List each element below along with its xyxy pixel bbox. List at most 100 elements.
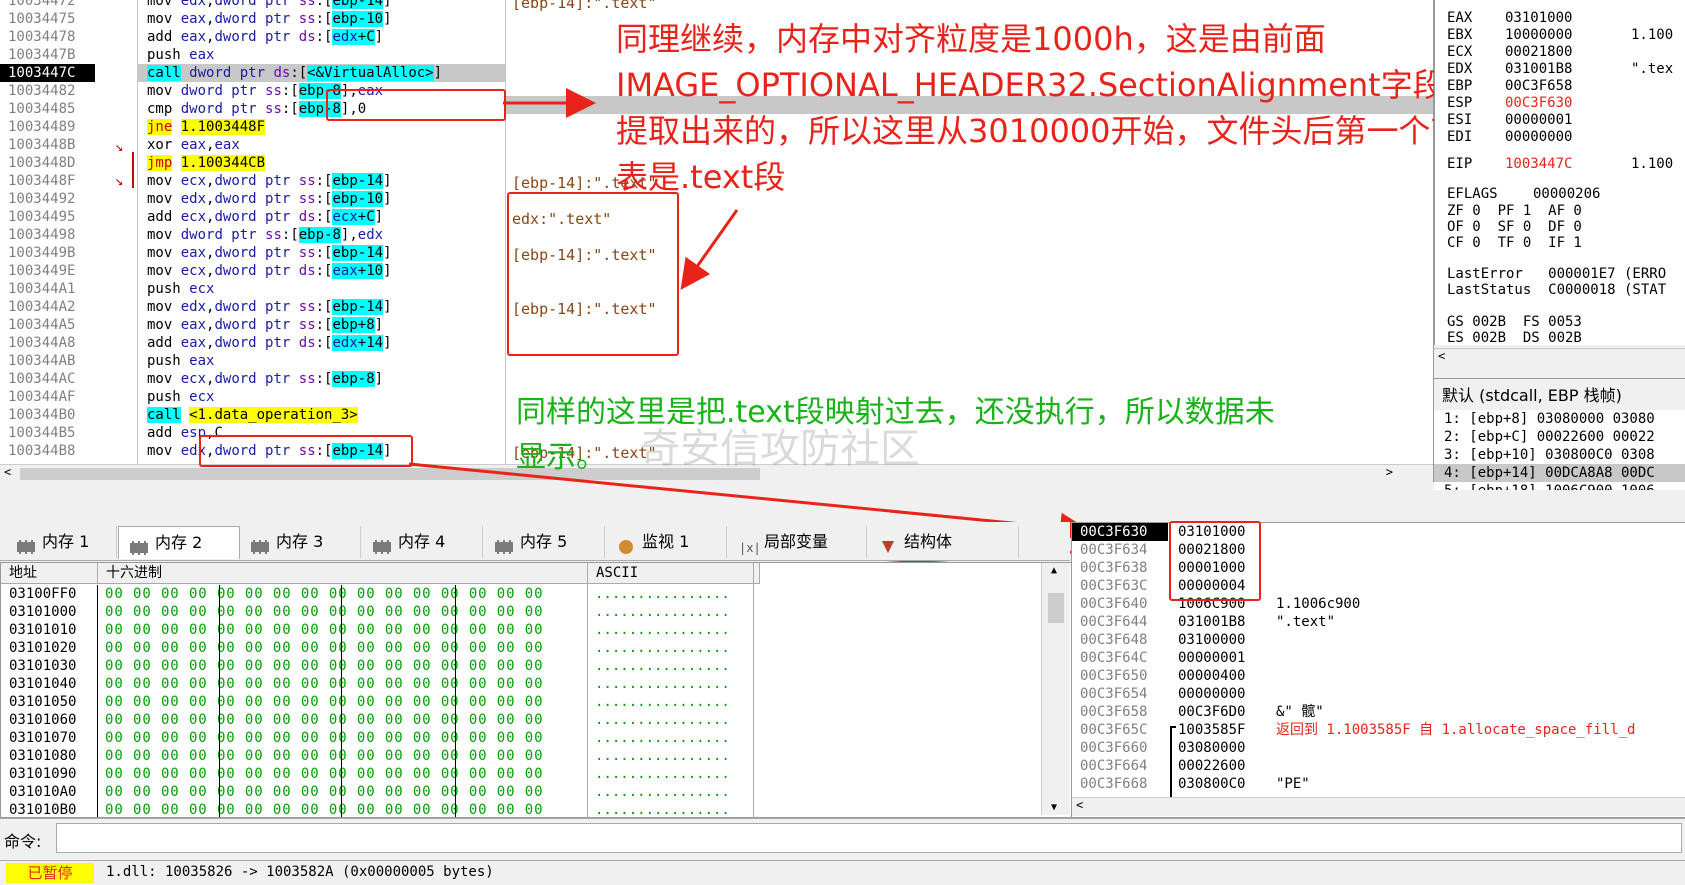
stack-value[interactable]: 03080000 [1178, 739, 1245, 757]
dump-hex[interactable]: 00 00 00 00 00 00 00 00 00 00 00 00 00 0… [105, 729, 543, 747]
flags-row[interactable]: ZF 0 PF 1 AF 0 [1447, 203, 1582, 219]
stack-address: 00C3F630 [1072, 523, 1168, 541]
tab-locals[interactable]: |x| 局部变量 [728, 526, 867, 558]
register-hscrollbar[interactable]: < [1434, 348, 1685, 367]
stack-address: 00C3F660 [1080, 740, 1148, 756]
dump-row[interactable]: 03101070 00 00 00 00 00 00 00 00 00 00 00… [1, 729, 1041, 747]
stack-row[interactable]: 00C3F630 03101000 [1072, 523, 1685, 541]
memory-dump-view[interactable]: 地址 十六进制 ASCII 03100FF0 00 00 00 00 00 00 … [0, 562, 1072, 818]
dump-column-divider [587, 563, 588, 817]
register-value[interactable]: 031001B8 [1505, 61, 1572, 77]
stack-view[interactable]: 00C3F630 03101000 00C3F634 00021800 00C3F638… [1071, 522, 1685, 818]
dump-row[interactable]: 03101040 00 00 00 00 00 00 00 00 00 00 00… [1, 675, 1041, 693]
stack-value[interactable]: 1003585F [1178, 721, 1245, 739]
stack-value[interactable]: 03100000 [1178, 631, 1245, 649]
register-value[interactable]: 00000000 [1505, 129, 1572, 145]
stack-value[interactable]: 030800C0 [1178, 775, 1245, 793]
stack-arguments-panel[interactable]: 1: [ebp+8] 03080000 03080 2: [ebp+C] 0002… [1434, 410, 1685, 490]
dump-hex[interactable]: 00 00 00 00 00 00 00 00 00 00 00 00 00 0… [105, 783, 543, 801]
eip-value[interactable]: 1003447C [1505, 156, 1572, 172]
stack-arg-row[interactable]: 2: [ebp+C] 00022600 00022 [1434, 428, 1685, 446]
stack-row[interactable]: 00C3F64C 00000001 [1072, 649, 1685, 667]
stack-row[interactable]: 00C3F654 00000000 [1072, 685, 1685, 703]
status-message: 1.dll: 10035826 -> 1003582A (0x00000005 … [106, 864, 494, 880]
stack-value[interactable]: 00C3F6D0 [1178, 703, 1245, 721]
stack-hscrollbar[interactable]: < [1072, 797, 1685, 816]
register-value[interactable]: 00000001 [1505, 112, 1572, 128]
register-value[interactable]: 03101000 [1505, 10, 1572, 26]
stack-row[interactable]: 00C3F640 1006C900 1.1006c900 [1072, 595, 1685, 613]
stack-address: 00C3F648 [1080, 632, 1148, 648]
stack-row[interactable]: 00C3F650 00000400 [1072, 667, 1685, 685]
dump-ascii: ................ [595, 748, 730, 764]
dump-hex[interactable]: 00 00 00 00 00 00 00 00 00 00 00 00 00 0… [105, 675, 543, 693]
tab-memory-2[interactable]: 内存 2 [118, 526, 240, 559]
dump-hex[interactable]: 00 00 00 00 00 00 00 00 00 00 00 00 00 0… [105, 621, 543, 639]
watch-icon [616, 534, 636, 554]
dump-row[interactable]: 031010B0 00 00 00 00 00 00 00 00 00 00 00… [1, 801, 1041, 818]
dump-hex[interactable]: 00 00 00 00 00 00 00 00 00 00 00 00 00 0… [105, 711, 543, 729]
tab-memory-5[interactable]: 内存 5 [484, 526, 605, 558]
dump-hex[interactable]: 00 00 00 00 00 00 00 00 00 00 00 00 00 0… [105, 765, 543, 783]
flags-row[interactable]: OF 0 SF 0 DF 0 [1447, 219, 1582, 235]
dump-row[interactable]: 03101090 00 00 00 00 00 00 00 00 00 00 00… [1, 765, 1041, 783]
dump-hex[interactable]: 00 00 00 00 00 00 00 00 00 00 00 00 00 0… [105, 801, 543, 817]
flags-row[interactable]: CF 0 TF 0 IF 1 [1447, 235, 1582, 251]
tab-watch-1[interactable]: 监视 1 [606, 526, 727, 558]
stack-value[interactable]: 00000400 [1178, 667, 1245, 685]
dump-row[interactable]: 03101050 00 00 00 00 00 00 00 00 00 00 00… [1, 693, 1041, 711]
dump-ascii: ................ [595, 802, 730, 818]
tab-memory-4[interactable]: 内存 4 [362, 526, 483, 558]
tab-struct[interactable]: 结构体 [868, 526, 1019, 558]
stack-row[interactable]: 00C3F634 00021800 [1072, 541, 1685, 559]
stack-row[interactable]: 00C3F65C 1003585F 返回到 1.1003585F 自 1.alloc… [1072, 721, 1685, 739]
stack-value[interactable]: 00000001 [1178, 649, 1245, 667]
dump-row[interactable]: 03101000 00 00 00 00 00 00 00 00 00 00 00… [1, 603, 1041, 621]
dump-row[interactable]: 03101030 00 00 00 00 00 00 00 00 00 00 00… [1, 657, 1041, 675]
stack-arg-row[interactable]: 1: [ebp+8] 03080000 03080 [1434, 410, 1685, 428]
command-input[interactable] [56, 823, 1682, 853]
calling-convention[interactable]: 默认 (stdcall, EBP 栈帧) [1434, 378, 1685, 413]
stack-address: 00C3F640 [1080, 596, 1148, 612]
stack-arg-row[interactable]: 3: [ebp+10] 030800C0 0308 [1434, 446, 1685, 464]
register-value[interactable]: 00021800 [1505, 44, 1572, 60]
eflags-value[interactable]: 00000206 [1533, 186, 1600, 202]
stack-value[interactable]: 031001B8 [1178, 613, 1245, 631]
dump-hex[interactable]: 00 00 00 00 00 00 00 00 00 00 00 00 00 0… [105, 639, 543, 657]
memory-icon [494, 534, 514, 554]
stack-row[interactable]: 00C3F638 00001000 [1072, 559, 1685, 577]
stack-address: 00C3F658 [1080, 704, 1148, 720]
dump-hex[interactable]: 00 00 00 00 00 00 00 00 00 00 00 00 00 0… [105, 585, 543, 603]
register-panel[interactable]: EAX 03101000 EBX 10000000 1.100 ECX 00021800 ED… [1434, 0, 1685, 345]
stack-row[interactable]: 00C3F664 00022600 [1072, 757, 1685, 775]
dump-row[interactable]: 031010A0 00 00 00 00 00 00 00 00 00 00 00… [1, 783, 1041, 801]
stack-row[interactable]: 00C3F660 03080000 [1072, 739, 1685, 757]
dump-address: 03101070 [9, 730, 77, 746]
dump-hex[interactable]: 00 00 00 00 00 00 00 00 00 00 00 00 00 0… [105, 657, 543, 675]
stack-comment: ".text" [1276, 614, 1336, 630]
stack-value[interactable]: 00022600 [1178, 757, 1245, 775]
dump-hex[interactable]: 00 00 00 00 00 00 00 00 00 00 00 00 00 0… [105, 693, 543, 711]
dump-hex[interactable]: 00 00 00 00 00 00 00 00 00 00 00 00 00 0… [105, 747, 543, 765]
register-value[interactable]: 00C3F630 [1505, 95, 1572, 111]
dump-hex[interactable]: 00 00 00 00 00 00 00 00 00 00 00 00 00 0… [105, 603, 543, 621]
stack-arg-row[interactable]: 5: [ebp+18] 1006C900 1006 [1434, 482, 1685, 490]
dump-row[interactable]: 03100FF0 00 00 00 00 00 00 00 00 00 00 00… [1, 585, 1041, 603]
dump-row[interactable]: 03101060 00 00 00 00 00 00 00 00 00 00 00… [1, 711, 1041, 729]
stack-row[interactable]: 00C3F648 03100000 [1072, 631, 1685, 649]
stack-comment: 1.1006c900 [1276, 596, 1361, 612]
stack-row[interactable]: 00C3F668 030800C0 "PE" [1072, 775, 1685, 793]
dump-row[interactable]: 03101080 00 00 00 00 00 00 00 00 00 00 00… [1, 747, 1041, 765]
tab-memory-3[interactable]: 内存 3 [240, 526, 361, 558]
tab-memory-1[interactable]: 内存 1 [6, 526, 117, 558]
stack-row[interactable]: 00C3F63C 00000004 [1072, 577, 1685, 595]
dump-row[interactable]: 03101020 00 00 00 00 00 00 00 00 00 00 00… [1, 639, 1041, 657]
dump-row[interactable]: 03101010 00 00 00 00 00 00 00 00 00 00 00… [1, 621, 1041, 639]
register-value[interactable]: 00C3F658 [1505, 78, 1572, 94]
register-value[interactable]: 10000000 [1505, 27, 1572, 43]
stack-row[interactable]: 00C3F644 031001B8 ".text" [1072, 613, 1685, 631]
stack-value[interactable]: 00000000 [1178, 685, 1245, 703]
dump-vscrollbar[interactable]: ▲ ▼ [1041, 563, 1070, 815]
stack-row[interactable]: 00C3F658 00C3F6D0 &" 髋" [1072, 703, 1685, 721]
stack-arg-row[interactable]: 4: [ebp+14] 00DCA8A8 00DC [1434, 464, 1685, 482]
